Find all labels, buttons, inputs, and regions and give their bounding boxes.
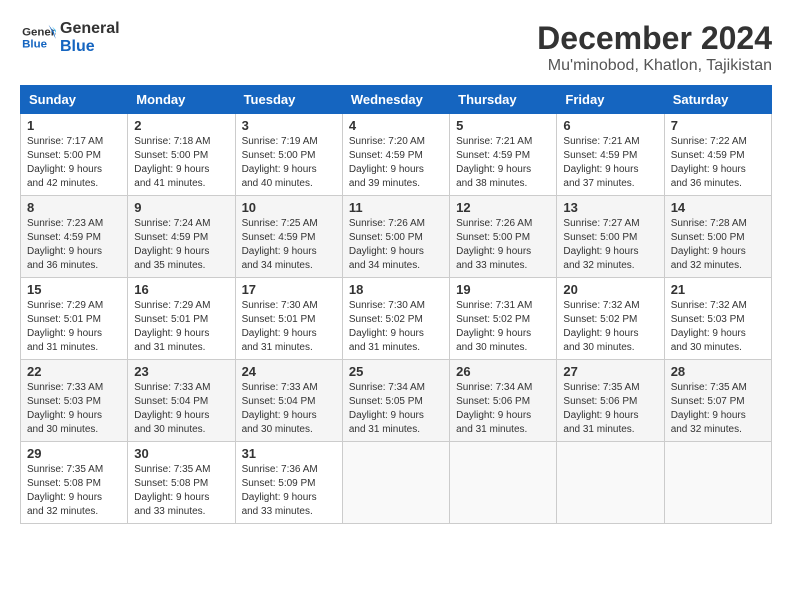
calendar-table: Sunday Monday Tuesday Wednesday Thursday…: [20, 85, 772, 524]
day-26: 26 Sunrise: 7:34 AMSunset: 5:06 PMDaylig…: [450, 360, 557, 442]
week-4: 22 Sunrise: 7:33 AMSunset: 5:03 PMDaylig…: [21, 360, 772, 442]
day-7: 7 Sunrise: 7:22 AMSunset: 4:59 PMDayligh…: [664, 114, 771, 196]
logo-blue: Blue: [60, 38, 120, 56]
logo-icon: General Blue: [20, 23, 56, 53]
calendar-header-row: Sunday Monday Tuesday Wednesday Thursday…: [21, 86, 772, 114]
day-3: 3 Sunrise: 7:19 AMSunset: 5:00 PMDayligh…: [235, 114, 342, 196]
day-5: 5 Sunrise: 7:21 AMSunset: 4:59 PMDayligh…: [450, 114, 557, 196]
day-24: 24 Sunrise: 7:33 AMSunset: 5:04 PMDaylig…: [235, 360, 342, 442]
empty-cell-4: [664, 442, 771, 524]
col-wednesday: Wednesday: [342, 86, 449, 114]
day-12: 12 Sunrise: 7:26 AMSunset: 5:00 PMDaylig…: [450, 196, 557, 278]
day-29: 29 Sunrise: 7:35 AMSunset: 5:08 PMDaylig…: [21, 442, 128, 524]
empty-cell-1: [342, 442, 449, 524]
day-10: 10 Sunrise: 7:25 AMSunset: 4:59 PMDaylig…: [235, 196, 342, 278]
day-11: 11 Sunrise: 7:26 AMSunset: 5:00 PMDaylig…: [342, 196, 449, 278]
day-23: 23 Sunrise: 7:33 AMSunset: 5:04 PMDaylig…: [128, 360, 235, 442]
day-13: 13 Sunrise: 7:27 AMSunset: 5:00 PMDaylig…: [557, 196, 664, 278]
day-6: 6 Sunrise: 7:21 AMSunset: 4:59 PMDayligh…: [557, 114, 664, 196]
col-monday: Monday: [128, 86, 235, 114]
col-sunday: Sunday: [21, 86, 128, 114]
svg-text:Blue: Blue: [22, 39, 47, 51]
day-8: 8 Sunrise: 7:23 AMSunset: 4:59 PMDayligh…: [21, 196, 128, 278]
day-18: 18 Sunrise: 7:30 AMSunset: 5:02 PMDaylig…: [342, 278, 449, 360]
day-14: 14 Sunrise: 7:28 AMSunset: 5:00 PMDaylig…: [664, 196, 771, 278]
empty-cell-2: [450, 442, 557, 524]
empty-cell-3: [557, 442, 664, 524]
day-21: 21 Sunrise: 7:32 AMSunset: 5:03 PMDaylig…: [664, 278, 771, 360]
page-header: General Blue General Blue December 2024 …: [20, 20, 772, 75]
logo-general: General: [60, 20, 120, 38]
day-19: 19 Sunrise: 7:31 AMSunset: 5:02 PMDaylig…: [450, 278, 557, 360]
day-2: 2 Sunrise: 7:18 AMSunset: 5:00 PMDayligh…: [128, 114, 235, 196]
title-block: December 2024 Mu'minobod, Khatlon, Tajik…: [537, 20, 772, 75]
day-9: 9 Sunrise: 7:24 AMSunset: 4:59 PMDayligh…: [128, 196, 235, 278]
week-1: 1 Sunrise: 7:17 AMSunset: 5:00 PMDayligh…: [21, 114, 772, 196]
day-31: 31 Sunrise: 7:36 AMSunset: 5:09 PMDaylig…: [235, 442, 342, 524]
week-3: 15 Sunrise: 7:29 AMSunset: 5:01 PMDaylig…: [21, 278, 772, 360]
day-30: 30 Sunrise: 7:35 AMSunset: 5:08 PMDaylig…: [128, 442, 235, 524]
col-thursday: Thursday: [450, 86, 557, 114]
day-15: 15 Sunrise: 7:29 AMSunset: 5:01 PMDaylig…: [21, 278, 128, 360]
col-tuesday: Tuesday: [235, 86, 342, 114]
day-16: 16 Sunrise: 7:29 AMSunset: 5:01 PMDaylig…: [128, 278, 235, 360]
day-17: 17 Sunrise: 7:30 AMSunset: 5:01 PMDaylig…: [235, 278, 342, 360]
day-28: 28 Sunrise: 7:35 AMSunset: 5:07 PMDaylig…: [664, 360, 771, 442]
day-27: 27 Sunrise: 7:35 AMSunset: 5:06 PMDaylig…: [557, 360, 664, 442]
calendar-subtitle: Mu'minobod, Khatlon, Tajikistan: [537, 57, 772, 75]
col-saturday: Saturday: [664, 86, 771, 114]
day-22: 22 Sunrise: 7:33 AMSunset: 5:03 PMDaylig…: [21, 360, 128, 442]
week-2: 8 Sunrise: 7:23 AMSunset: 4:59 PMDayligh…: [21, 196, 772, 278]
calendar-title: December 2024: [537, 20, 772, 57]
col-friday: Friday: [557, 86, 664, 114]
day-20: 20 Sunrise: 7:32 AMSunset: 5:02 PMDaylig…: [557, 278, 664, 360]
day-4: 4 Sunrise: 7:20 AMSunset: 4:59 PMDayligh…: [342, 114, 449, 196]
week-5: 29 Sunrise: 7:35 AMSunset: 5:08 PMDaylig…: [21, 442, 772, 524]
day-1: 1 Sunrise: 7:17 AMSunset: 5:00 PMDayligh…: [21, 114, 128, 196]
day-25: 25 Sunrise: 7:34 AMSunset: 5:05 PMDaylig…: [342, 360, 449, 442]
logo: General Blue General Blue: [20, 20, 120, 56]
